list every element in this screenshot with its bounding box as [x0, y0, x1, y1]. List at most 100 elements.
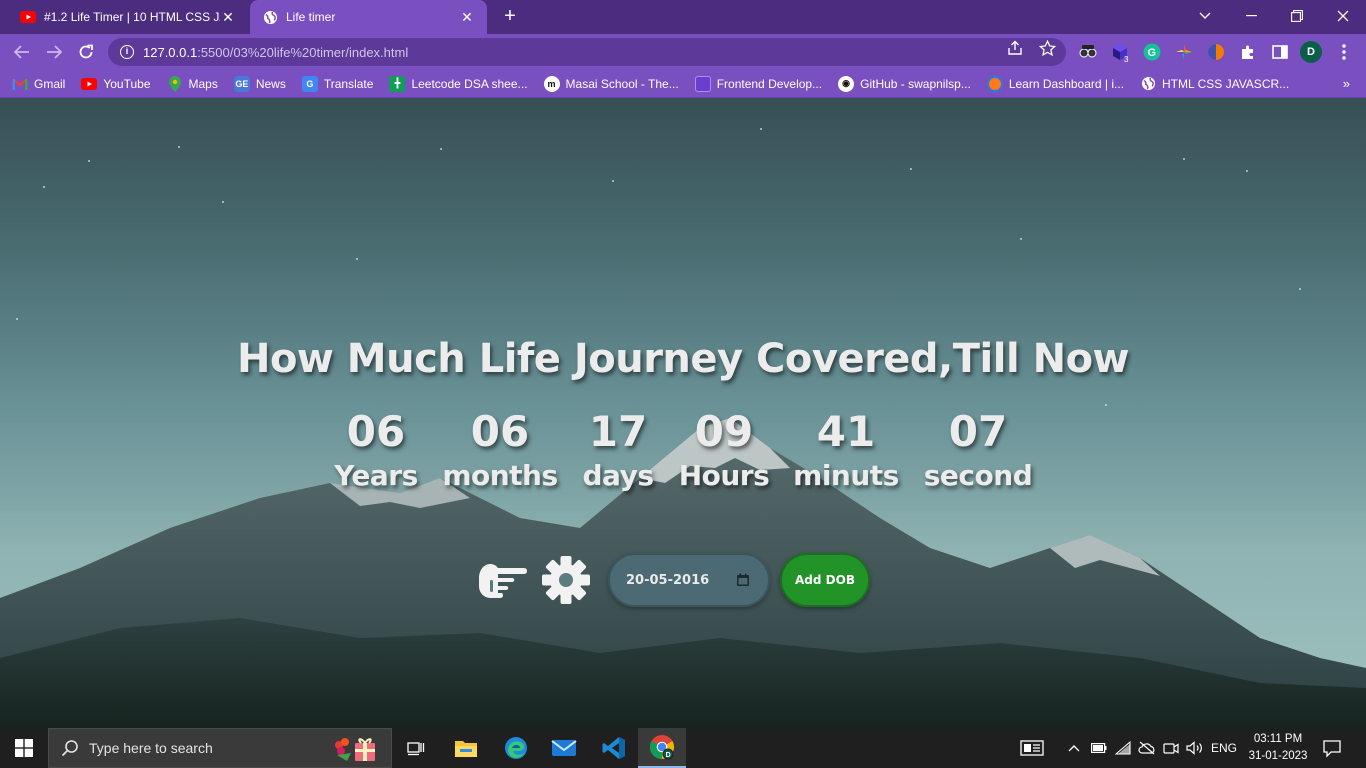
windows-start-icon[interactable] — [0, 728, 48, 768]
bookmark-masai-school[interactable]: m Masai School - The... — [543, 75, 679, 92]
dob-date-input[interactable]: 20-05-2016 — [608, 553, 770, 607]
search-icon — [61, 740, 78, 757]
counter-months: 06 months — [440, 406, 560, 494]
page-headline: How Much Life Journey Covered,Till Now — [236, 336, 1130, 382]
tab-search-icon[interactable] — [1182, 0, 1228, 32]
bookmark-maps[interactable]: Maps — [167, 75, 218, 92]
counter-value: 09 — [694, 407, 754, 456]
bookmark-frontend[interactable]: Frontend Develop... — [694, 75, 822, 92]
show-hidden-icons[interactable] — [1066, 739, 1082, 757]
search-placeholder: Type here to search — [89, 740, 213, 756]
globe-icon — [262, 9, 278, 25]
system-clock[interactable]: 03:11 PM 31-01-2023 — [1244, 731, 1312, 765]
counter-label: months — [442, 459, 558, 492]
bookmark-leetcode-sheet[interactable]: ╋ Leetcode DSA shee... — [389, 75, 528, 92]
counter-hours: 09 Hours — [676, 406, 772, 494]
extension-box-icon[interactable]: 3 — [1110, 42, 1130, 62]
volume-icon[interactable] — [1186, 739, 1204, 757]
counter-minutes: 41 minuts — [792, 406, 900, 494]
taskbar-search-box[interactable]: Type here to search — [48, 728, 392, 768]
news-icon: GE — [233, 75, 250, 92]
globe-icon — [1140, 76, 1156, 92]
youtube-icon — [81, 76, 98, 92]
new-tab-button[interactable]: + — [498, 4, 522, 28]
browser-titlebar: #1.2 Life Timer | 10 HTML CSS JAVA ✕ Lif… — [0, 0, 1366, 34]
translate-icon: G — [301, 75, 318, 92]
file-explorer-icon[interactable] — [442, 728, 490, 768]
svg-text:3: 3 — [1124, 55, 1129, 62]
learn-icon — [986, 75, 1003, 92]
svg-text:D: D — [666, 752, 671, 759]
address-bar[interactable]: i 127.0.0.1:5500/03%20life%20timer/index… — [108, 38, 1066, 66]
url-text: 127.0.0.1:5500/03%20life%20timer/index.h… — [143, 44, 409, 60]
counter-label: days — [582, 459, 655, 492]
tab-title: #1.2 Life Timer | 10 HTML CSS JAVA — [44, 10, 220, 24]
counter-value: 07 — [948, 407, 1008, 456]
pointing-hand-icon[interactable] — [476, 560, 528, 600]
extensions-puzzle-icon[interactable] — [1238, 42, 1258, 62]
edge-browser-icon[interactable] — [492, 728, 540, 768]
bookmark-youtube[interactable]: YouTube — [81, 76, 151, 92]
back-button[interactable] — [8, 38, 36, 66]
bookmark-news[interactable]: GE News — [233, 75, 286, 92]
bookmark-star-icon[interactable] — [1038, 39, 1056, 58]
close-tab-icon[interactable]: ✕ — [220, 9, 236, 26]
mail-icon[interactable] — [540, 728, 588, 768]
chrome-icon[interactable]: D — [638, 728, 686, 768]
share-icon[interactable] — [1006, 40, 1024, 58]
tab-youtube[interactable]: #1.2 Life Timer | 10 HTML CSS JAVA ✕ — [8, 0, 248, 34]
wifi-icon[interactable] — [1114, 739, 1132, 757]
bookmark-github[interactable]: ◉ GitHub - swapnilsp... — [838, 75, 971, 92]
bookmarks-overflow-button[interactable]: » — [1343, 76, 1350, 91]
battery-icon[interactable] — [1090, 739, 1108, 757]
dob-value: 20-05-2016 — [626, 572, 710, 588]
news-widget-icon[interactable] — [1018, 739, 1046, 757]
grammarly-icon[interactable]: G — [1142, 42, 1162, 62]
gift-bouquet-icon — [335, 738, 375, 761]
counter-value: 17 — [588, 407, 648, 456]
extension-half-circle-icon[interactable] — [1206, 42, 1226, 62]
windows-taskbar: Type here to search D ENG 03:11 PM 31-01… — [0, 728, 1366, 768]
bookmark-translate[interactable]: G Translate — [301, 75, 373, 92]
svg-text:G: G — [1148, 47, 1157, 59]
bookmark-gmail[interactable]: Gmail — [12, 76, 65, 92]
counter-seconds: 07 second — [922, 406, 1034, 494]
site-info-icon[interactable]: i — [120, 45, 134, 59]
life-timer-page: How Much Life Journey Covered,Till Now 0… — [0, 98, 1366, 728]
meet-now-icon[interactable] — [1162, 739, 1180, 757]
reload-button[interactable] — [72, 38, 100, 66]
vscode-icon[interactable] — [590, 728, 638, 768]
youtube-icon — [20, 9, 36, 25]
counter-days: 17 days — [578, 406, 658, 494]
color-picker-icon[interactable] — [1174, 42, 1194, 62]
close-window-button[interactable] — [1320, 0, 1366, 32]
close-tab-icon[interactable]: ✕ — [459, 9, 475, 26]
counter-label: second — [923, 459, 1033, 492]
sheets-icon: ╋ — [389, 75, 406, 92]
tab-title: Life timer — [286, 10, 336, 24]
forward-button[interactable] — [40, 38, 68, 66]
cloud-offline-icon[interactable] — [1138, 739, 1156, 757]
minimize-button[interactable] — [1228, 0, 1274, 32]
extension-spy-icon[interactable] — [1078, 42, 1098, 62]
add-dob-button[interactable]: Add DOB — [780, 553, 870, 607]
side-panel-icon[interactable] — [1270, 42, 1290, 62]
clock-time: 03:11 PM — [1253, 733, 1303, 745]
bookmark-html-css-js[interactable]: HTML CSS JAVASCR... — [1140, 76, 1289, 92]
restore-button[interactable] — [1274, 0, 1320, 32]
browser-menu-icon[interactable] — [1334, 42, 1354, 62]
profile-avatar[interactable]: D — [1300, 41, 1322, 63]
tab-life-timer[interactable]: Life timer ✕ — [250, 0, 487, 34]
notification-center-icon[interactable] — [1322, 738, 1342, 758]
task-view-icon[interactable] — [392, 728, 440, 768]
bookmarks-bar: Gmail YouTube Maps GE News G Translate ╋… — [0, 70, 1366, 98]
clock-date: 31-01-2023 — [1248, 750, 1308, 762]
language-indicator[interactable]: ENG — [1208, 739, 1240, 757]
bookmark-learn-dashboard[interactable]: Learn Dashboard | i... — [986, 75, 1124, 92]
counter-years: 06 Years — [330, 406, 422, 494]
counter-label: Hours — [678, 459, 770, 492]
calendar-icon[interactable] — [736, 573, 750, 587]
masai-icon: m — [543, 75, 560, 92]
settings-gear-icon[interactable] — [540, 554, 592, 606]
counter-value: 41 — [816, 407, 876, 456]
